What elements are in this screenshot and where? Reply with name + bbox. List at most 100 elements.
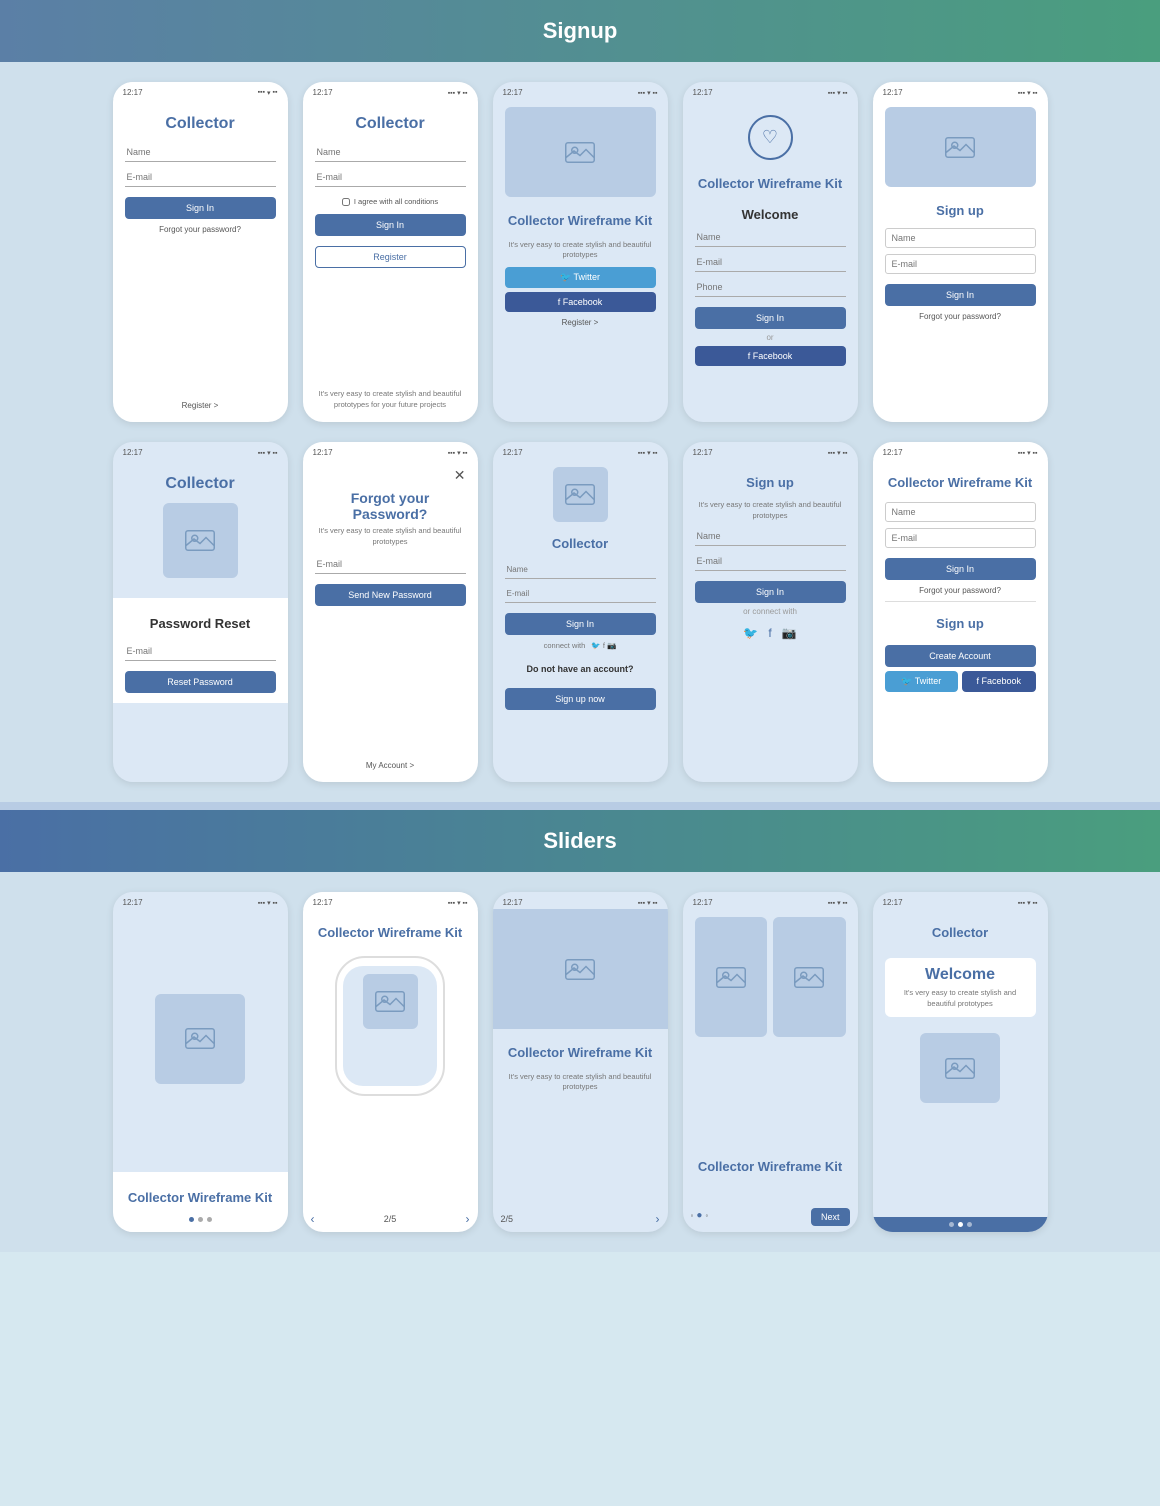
slider-app-title-5: Collector — [932, 925, 988, 940]
email-input-10[interactable] — [885, 528, 1036, 548]
name-input-4[interactable] — [695, 228, 846, 247]
sign-in-button-9[interactable]: Sign In — [695, 581, 846, 603]
sign-in-button-5[interactable]: Sign In — [885, 284, 1036, 306]
dot-s5-2 — [958, 1222, 963, 1227]
my-account-link[interactable]: My Account > — [366, 761, 414, 770]
name-input-1[interactable] — [125, 143, 276, 162]
instagram-icon[interactable]: 📷 — [782, 626, 797, 640]
close-icon[interactable]: ✕ — [454, 467, 466, 484]
facebook-button-3[interactable]: f Facebook — [505, 292, 656, 312]
sliders-label: Sliders — [543, 828, 616, 854]
create-account-button[interactable]: Create Account — [885, 645, 1036, 667]
tagline-9: It's very easy to create stylish and bea… — [695, 500, 846, 521]
agree-checkbox[interactable]: I agree with all conditions — [342, 197, 438, 206]
phone-card-social-signin: 12:17 ▪▪▪ ▾ ▪▪ Collector Wireframe Kit I… — [493, 82, 668, 422]
sign-in-button-2[interactable]: Sign In — [315, 214, 466, 236]
next-button-4[interactable]: Next — [811, 1208, 850, 1226]
name-input-9[interactable] — [695, 527, 846, 546]
slider-status-2: 12:17 ▪▪▪ ▾ ▪▪ — [303, 892, 478, 909]
forgot-link-10[interactable]: Forgot your password? — [919, 586, 1001, 595]
slider-img-row-4 — [695, 917, 846, 1037]
sign-in-button-8[interactable]: Sign In — [505, 613, 656, 635]
slider-card-4: 12:17 ▪▪▪ ▾ ▪▪ — [683, 892, 858, 1232]
forgot-link-1[interactable]: Forgot your password? — [159, 225, 241, 234]
slider-count-3: 2/5 — [501, 1214, 514, 1224]
slider-time-3: 12:17 — [503, 898, 523, 907]
email-input-5[interactable] — [885, 254, 1036, 274]
slider-kit-title-4: Collector Wireframe Kit — [698, 1159, 842, 1176]
image-placeholder-5 — [885, 107, 1036, 187]
slider-time-5: 12:17 — [883, 898, 903, 907]
card10-content: Collector Wireframe Kit Sign In Forgot y… — [873, 459, 1048, 782]
slider-img-4b — [773, 917, 846, 1037]
name-input-8[interactable] — [505, 561, 656, 579]
sign-up-now-button[interactable]: Sign up now — [505, 688, 656, 710]
name-input-10[interactable] — [885, 502, 1036, 522]
register-link-1[interactable]: Register > — [182, 401, 219, 410]
phone-card-signup-social: 12:17 ▪▪▪ ▾ ▪▪ Sign up It's very easy to… — [683, 442, 858, 782]
slider-nav-2: ‹ 2/5 › — [303, 1206, 478, 1232]
twitter-icon[interactable]: 🐦 — [743, 626, 758, 640]
email-input-9[interactable] — [695, 552, 846, 571]
signup-title-9: Sign up — [746, 475, 794, 490]
email-input-8[interactable] — [505, 585, 656, 603]
card7-content: ✕ Forgot your Password? It's very easy t… — [303, 459, 478, 782]
status-bar-2: 12:17 ▪▪▪ ▾ ▪▪ — [303, 82, 478, 99]
slider-card5-content: Collector Welcome It's very easy to crea… — [873, 909, 1048, 1217]
forgot-title: Forgot your Password? — [315, 490, 466, 522]
sign-in-button-10[interactable]: Sign In — [885, 558, 1036, 580]
phone-card-signup-right: 12:17 ▪▪▪ ▾ ▪▪ Sign up Sign In Forgot yo… — [873, 82, 1048, 422]
sliders-section-header: Sliders — [0, 810, 1160, 872]
card6-bottom: Password Reset Reset Password — [113, 598, 288, 703]
email-input-2[interactable] — [315, 168, 466, 187]
forgot-link-5[interactable]: Forgot your password? — [919, 312, 1001, 321]
welcome-overlay-title: Welcome — [893, 966, 1028, 984]
slider-time-4: 12:17 — [693, 898, 713, 907]
twitter-button-3[interactable]: 🐦 Twitter — [505, 267, 656, 288]
reset-password-button[interactable]: Reset Password — [125, 671, 276, 693]
slider-card3-text: Collector Wireframe Kit It's very easy t… — [493, 1029, 668, 1206]
welcome-title: Welcome — [742, 207, 799, 222]
status-bar-6: 12:17 ▪▪▪ ▾ ▪▪ — [113, 442, 288, 459]
phone-card-signin-register: 12:17 ▪▪▪ ▾ ▪▪ Collector I agree with al… — [303, 82, 478, 422]
phone-input-4[interactable] — [695, 278, 846, 297]
next-arrow-2[interactable]: › — [465, 1212, 469, 1226]
slider-img-3-top — [493, 909, 668, 1029]
next-arrow-3[interactable]: › — [656, 1212, 660, 1226]
email-input-4[interactable] — [695, 253, 846, 272]
send-new-password-button[interactable]: Send New Password — [315, 584, 466, 606]
card1-content: Collector Sign In Forgot your password? … — [113, 99, 288, 422]
sign-in-button-1[interactable]: Sign In — [125, 197, 276, 219]
register-link-3[interactable]: Register > — [562, 318, 599, 327]
signup-section-header: Signup — [0, 0, 1160, 62]
slider-dots-4: ◦ ● ◦ — [691, 1210, 811, 1221]
prev-arrow-2[interactable]: ‹ — [311, 1212, 315, 1226]
twitter-button-10[interactable]: 🐦 Twitter — [885, 671, 959, 692]
dot-3-1 — [207, 1217, 212, 1222]
sign-in-button-4[interactable]: Sign In — [695, 307, 846, 329]
dot-s5-1 — [949, 1222, 954, 1227]
name-input-2[interactable] — [315, 143, 466, 162]
slider-card-5: 12:17 ▪▪▪ ▾ ▪▪ Collector Welcome It's ve… — [873, 892, 1048, 1232]
slider-tagline-3: It's very easy to create stylish and bea… — [505, 1072, 656, 1093]
status-bar-10: 12:17 ▪▪▪ ▾ ▪▪ — [873, 442, 1048, 459]
status-bar-3: 12:17 ▪▪▪ ▾ ▪▪ — [493, 82, 668, 99]
status-bar-1: 12:17 ▪▪▪ ▾ ▪▪ — [113, 82, 288, 99]
app-title-1: Collector — [165, 115, 234, 133]
email-input-7[interactable] — [315, 555, 466, 574]
facebook-button-4[interactable]: f Facebook — [695, 346, 846, 366]
email-input-6[interactable] — [125, 642, 276, 661]
forgot-tagline: It's very easy to create stylish and bea… — [315, 526, 466, 547]
tagline-2: It's very easy to create stylish and bea… — [315, 389, 466, 410]
slider-nav-3: 2/5 › — [493, 1206, 668, 1232]
status-time-4: 12:17 — [693, 88, 713, 97]
heart-icon: ♡ — [748, 115, 793, 160]
facebook-icon[interactable]: f — [768, 626, 771, 640]
name-input-5[interactable] — [885, 228, 1036, 248]
slider-kit-title-1: Collector Wireframe Kit — [125, 1190, 276, 1207]
email-input-1[interactable] — [125, 168, 276, 187]
register-button-2[interactable]: Register — [315, 246, 466, 268]
facebook-button-10[interactable]: f Facebook — [962, 671, 1036, 692]
slider-card3-content: Collector Wireframe Kit It's very easy t… — [493, 909, 668, 1206]
dot-s5-3 — [967, 1222, 972, 1227]
